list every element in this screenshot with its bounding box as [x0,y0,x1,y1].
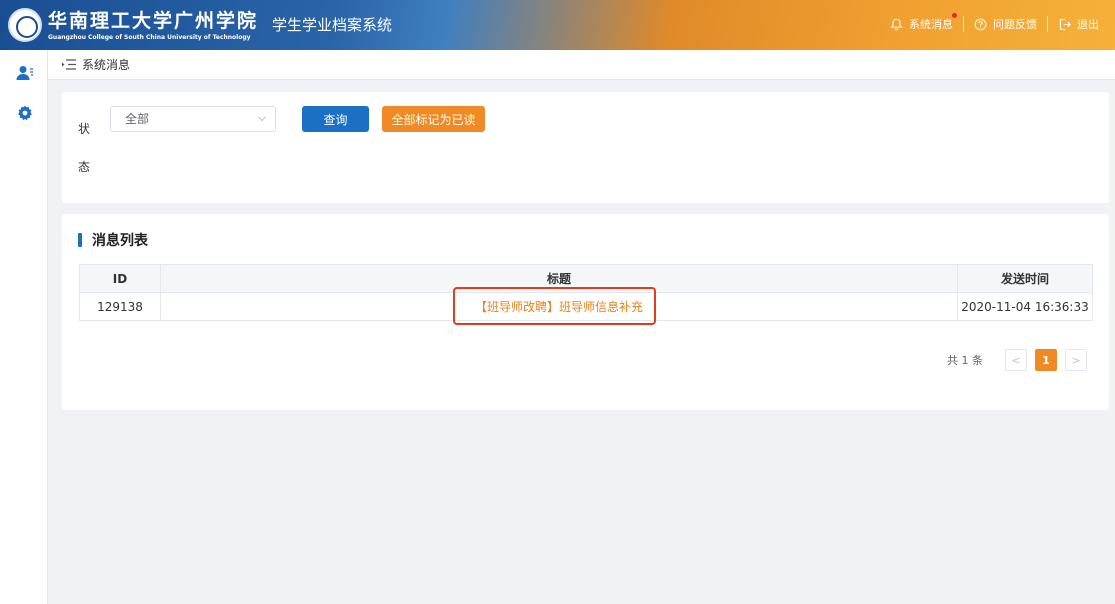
logout-icon [1058,18,1071,31]
message-table: ID 标题 发送时间 129138 【班导师改聘】班导师信息补充 2020-11… [79,264,1093,321]
breadcrumb: 系统消息 [48,50,1115,80]
bell-icon [890,18,903,31]
section-title-text: 消息列表 [92,233,148,249]
school-name-en: Guangzhou College of South China Univers… [48,34,251,41]
message-title-link[interactable]: 【班导师改聘】班导师信息补充 [475,300,643,314]
top-header: 华南理工大学广州学院 Guangzhou College of South Ch… [0,0,1115,50]
column-header-title: 标题 [160,264,958,293]
chevron-down-icon [257,107,267,141]
sidebar-item-user[interactable] [14,64,36,86]
school-logo [8,8,42,42]
logout-link[interactable]: 退出 [1047,16,1109,32]
section-title: 消息列表 [78,230,148,250]
column-header-time: 发送时间 [957,264,1093,293]
cell-time: 2020-11-04 16:36:33 [957,292,1093,321]
menu-fold-icon[interactable] [62,59,76,70]
school-name-cn: 华南理工大学广州学院 [48,10,259,32]
logout-label: 退出 [1077,18,1099,31]
prev-page-button[interactable]: < [1005,349,1027,371]
mark-all-read-button[interactable]: 全部标记为已读 [382,106,485,132]
status-select-value: 全部 [125,112,150,126]
unread-dot [952,13,957,18]
system-messages-link[interactable]: 系统消息 [880,13,963,32]
pagination-total: 共 1 条 [947,354,983,367]
next-page-button[interactable]: > [1065,349,1087,371]
section-title-bar [78,233,82,247]
column-header-id: ID [79,264,161,293]
sidebar [0,50,48,604]
table-row: 129138 【班导师改聘】班导师信息补充 2020-11-04 16:36:3… [79,292,1093,321]
page-number-button[interactable]: 1 [1035,349,1057,371]
sidebar-item-settings[interactable] [14,104,36,126]
system-title: 学生学业档案系统 [272,16,393,34]
gear-icon [17,105,33,125]
breadcrumb-current: 系统消息 [82,58,131,72]
query-button[interactable]: 查询 [302,106,369,132]
feedback-label: 问题反馈 [993,18,1037,31]
system-messages-label: 系统消息 [909,18,953,31]
message-list-panel: 消息列表 ID 标题 发送时间 129138 【班导师改聘】班导师信息补充 20… [62,214,1109,410]
status-select[interactable]: 全部 [110,106,276,132]
filter-panel: 状态 全部 查询 全部标记为已读 [62,92,1109,203]
cell-title: 【班导师改聘】班导师信息补充 [160,292,958,321]
feedback-link[interactable]: 问题反馈 [963,16,1047,32]
cell-id: 129138 [79,292,161,321]
question-circle-icon [974,18,987,31]
pagination: 共 1 条 < 1 > [947,349,1087,371]
header-links: 系统消息 问题反馈 退出 [880,13,1109,32]
status-label: 状态 [78,122,91,174]
table-header-row: ID 标题 发送时间 [79,264,1093,293]
user-icon [16,65,34,85]
